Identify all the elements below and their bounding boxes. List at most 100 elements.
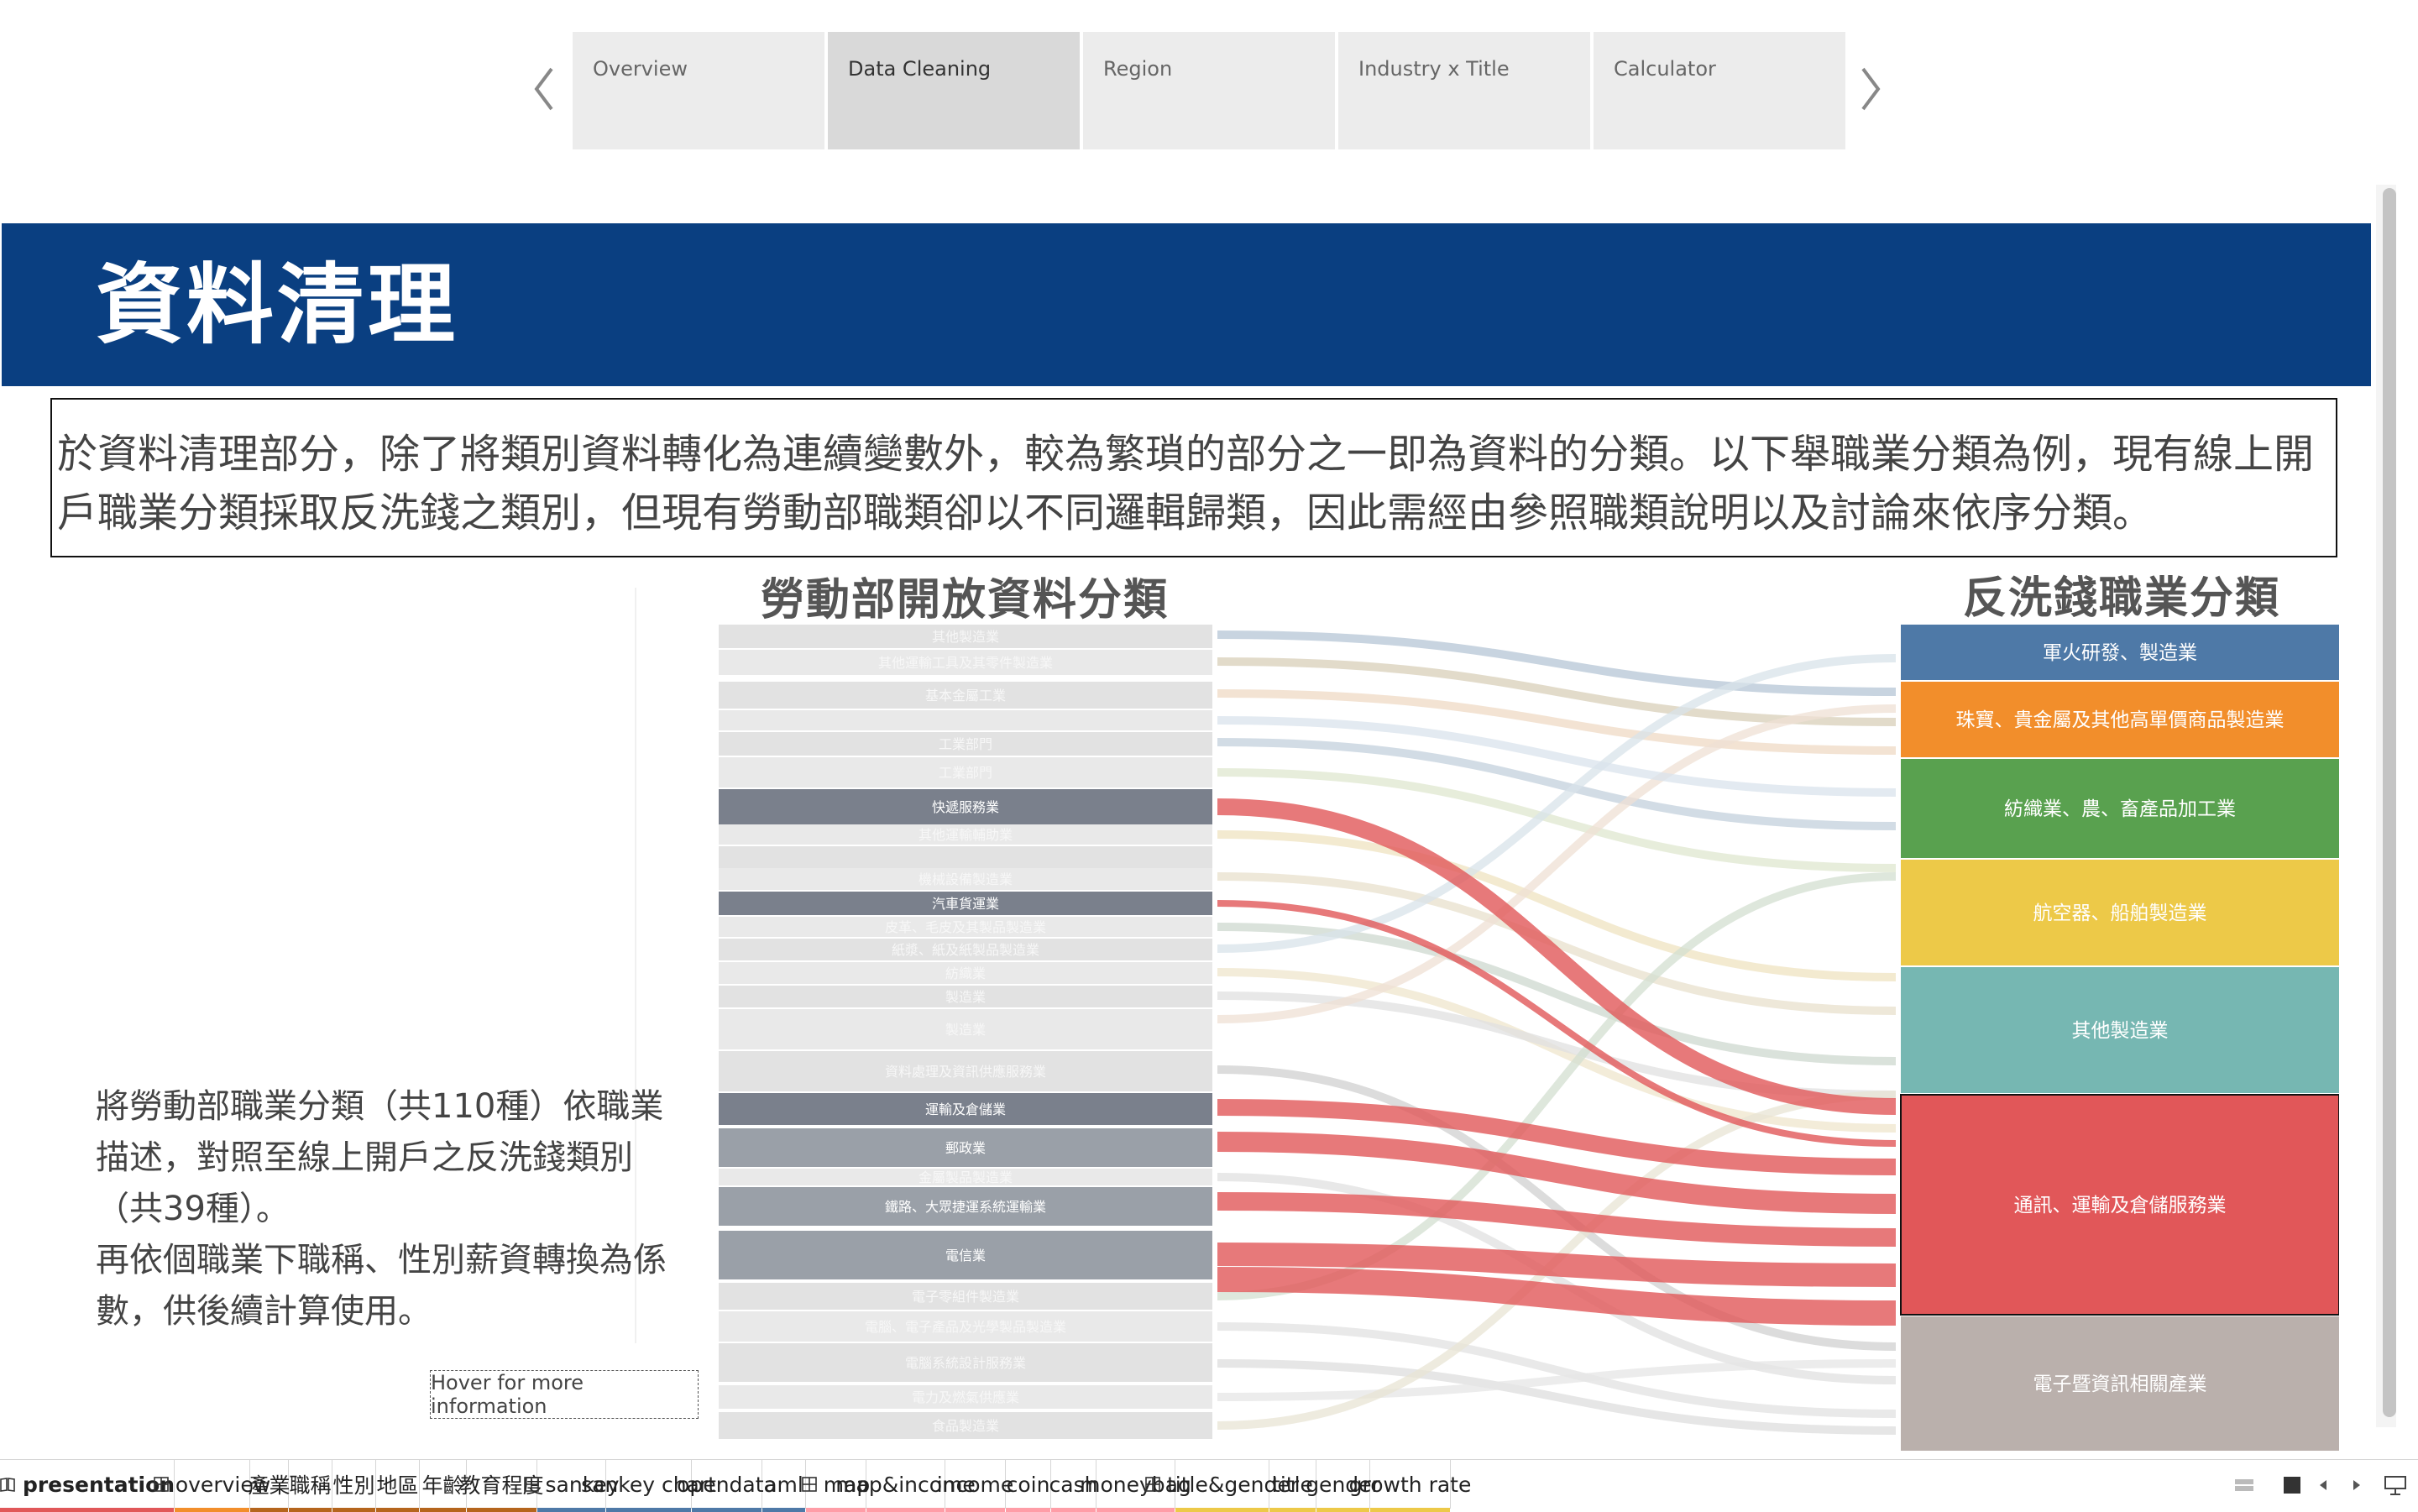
sheet-tab-label: 年齡 bbox=[421, 1473, 464, 1498]
chevron-left-icon bbox=[531, 65, 557, 116]
hover-info-button[interactable]: Hover for more information bbox=[430, 1370, 699, 1419]
right-node-label: 紡織業、農、畜產品加工業 bbox=[2004, 798, 2236, 820]
sheet-tab-moneybag[interactable]: moneybag bbox=[1080, 1460, 1191, 1512]
sheet-tab-color-bar bbox=[866, 1508, 945, 1512]
story-point-calculator[interactable]: Calculator bbox=[1594, 32, 1845, 149]
left-node-label: 工業部門 bbox=[939, 736, 992, 752]
sheet-tab-color-bar bbox=[1096, 1508, 1175, 1512]
left-node-label: 資料處理及資訊供應服務業 bbox=[885, 1064, 1046, 1080]
sheet-tab-color-bar bbox=[1269, 1508, 1316, 1512]
left-node-label: 製造業 bbox=[945, 1022, 986, 1038]
method-description: 將勞動部職業分類（共110種）依職業描述，對照至線上開戶之反洗錢類別（共39種）… bbox=[96, 1081, 675, 1337]
sheet-tab-color-bar bbox=[1006, 1508, 1050, 1512]
sankey-chart[interactable]: 其他製造業其他運輸工具及其零件製造業基本金屬工業工業部門工業部門快遞服務業其他運… bbox=[719, 625, 2339, 1451]
left-node-label: 電子零組件製造業 bbox=[912, 1289, 1019, 1305]
sheet-tab-color-bar bbox=[606, 1508, 691, 1512]
sheet-tab-color-bar bbox=[1316, 1508, 1369, 1512]
sheet-tab-color-bar bbox=[1175, 1508, 1269, 1512]
left-node-label: 運輸及倉儲業 bbox=[925, 1101, 1006, 1117]
right-node-label: 通訊、運輸及倉儲服務業 bbox=[2014, 1195, 2227, 1216]
left-node-label: 其他運輸工具及其零件製造業 bbox=[878, 655, 1053, 671]
left-node-label: 食品製造業 bbox=[932, 1418, 999, 1434]
left-node[interactable] bbox=[719, 846, 1212, 868]
left-node-label: 汽車貨運業 bbox=[932, 896, 999, 912]
sheet-tab-color-bar bbox=[0, 1508, 174, 1512]
left-node-label: 工業部門 bbox=[939, 765, 992, 781]
method-description-line2: 再依個職業下職稱、性別薪資轉換為係數，供後續計算使用。 bbox=[96, 1241, 667, 1331]
sheet-tab-title-gender[interactable]: title&gender bbox=[1145, 1460, 1299, 1512]
story-point-overview[interactable]: Overview bbox=[573, 32, 824, 149]
sheet-tab-[interactable]: 性別 bbox=[332, 1460, 376, 1512]
left-node-label: 電信業 bbox=[945, 1248, 986, 1263]
left-node-label: 紙漿、紙及紙製品製造業 bbox=[892, 942, 1039, 958]
next-story-point-button[interactable] bbox=[1854, 64, 1887, 118]
dashboard-icon bbox=[1145, 1477, 1160, 1492]
right-node-label: 電子暨資訊相關產業 bbox=[2033, 1373, 2207, 1395]
left-node-label: 機械設備製造業 bbox=[919, 871, 1013, 887]
right-node-label: 其他製造業 bbox=[2072, 1020, 2169, 1042]
method-description-line1: 將勞動部職業分類（共110種）依職業描述，對照至線上開戶之反洗錢類別（共39種）… bbox=[96, 1087, 664, 1228]
sankey-flow-highlight[interactable] bbox=[1217, 798, 1897, 1115]
sheet-tab-[interactable]: 產業 bbox=[248, 1460, 290, 1512]
grid-view-icon[interactable] bbox=[2233, 1472, 2255, 1499]
left-node-label: 其他運輸輔助業 bbox=[919, 827, 1013, 843]
right-column-title: 反洗錢職業分類 bbox=[1963, 573, 2281, 624]
sheet-tab-label: growth rate bbox=[1348, 1472, 1472, 1497]
title-banner: 資料清理 bbox=[2, 223, 2371, 386]
sheet-tab-aml[interactable]: aml bbox=[762, 1460, 806, 1512]
left-node-label: 紡織業 bbox=[945, 965, 986, 981]
left-node-label: 郵政業 bbox=[945, 1140, 986, 1156]
left-node-label: 製造業 bbox=[945, 989, 986, 1005]
sheet-tab-income[interactable]: income bbox=[937, 1460, 1013, 1512]
scroll-tabs-right-icon[interactable] bbox=[2351, 1472, 2363, 1499]
sheet-tab-color-bar bbox=[175, 1508, 249, 1512]
sheet-tab-color-bar bbox=[289, 1508, 332, 1512]
sheet-tab-overview[interactable]: overview bbox=[154, 1460, 270, 1512]
filmstrip-view-icon[interactable] bbox=[2282, 1472, 2302, 1499]
sheet-tab-presentation[interactable]: presentation bbox=[0, 1460, 175, 1512]
dashboard-icon bbox=[801, 1477, 817, 1492]
scroll-tabs-left-icon[interactable] bbox=[2317, 1472, 2329, 1499]
left-node-label: 電力及燃氣供應業 bbox=[912, 1389, 1019, 1405]
sheet-tab-label: 產業 bbox=[248, 1473, 290, 1498]
sheet-tab-opendata[interactable]: opendata bbox=[677, 1460, 777, 1512]
sheet-tab-color-bar bbox=[762, 1508, 805, 1512]
sheet-tab-coin[interactable]: coin bbox=[1006, 1460, 1051, 1512]
left-node-label: 基本金屬工業 bbox=[925, 688, 1006, 704]
sheet-tab-[interactable]: 地區 bbox=[376, 1460, 420, 1512]
sheet-tab-color-bar bbox=[692, 1508, 762, 1512]
story-point-region[interactable]: Region bbox=[1083, 32, 1335, 149]
sheet-tab-[interactable]: 職稱 bbox=[289, 1460, 332, 1512]
sheet-tab-label: income bbox=[936, 1472, 1014, 1497]
right-node-column: 軍火研發、製造業珠寶、貴金屬及其他高單價商品製造業紡織業、農、畜產品加工業航空器… bbox=[1900, 625, 2339, 1451]
story-point-data-cleaning[interactable]: Data Cleaning bbox=[828, 32, 1080, 149]
page-title: 資料清理 bbox=[96, 254, 459, 356]
sheet-tab-label: aml bbox=[764, 1472, 803, 1497]
previous-story-point-button[interactable] bbox=[527, 64, 561, 118]
sheet-tab-growth-rate[interactable]: growth rate bbox=[1349, 1460, 1471, 1512]
story-navigator: Overview Data Cleaning Region Industry x… bbox=[527, 30, 1887, 151]
dashboard-icon bbox=[154, 1477, 169, 1492]
sheet-tab-map-income[interactable]: map&income bbox=[835, 1460, 976, 1512]
sheet-tab-color-bar bbox=[376, 1508, 419, 1512]
story-icon bbox=[0, 1477, 16, 1492]
presentation-mode-icon[interactable] bbox=[2383, 1472, 2408, 1499]
sheet-tab-color-bar bbox=[806, 1508, 866, 1512]
sheet-tab-bar: presentation overview 產業 職稱 性別 地區 年齡 教育程度 sankey… bbox=[0, 1459, 2418, 1512]
sheet-tab-color-bar bbox=[332, 1508, 375, 1512]
right-node-label: 軍火研發、製造業 bbox=[2043, 642, 2197, 664]
scrollbar-thumb[interactable] bbox=[2383, 188, 2396, 1417]
sheet-tab-color-bar bbox=[1370, 1508, 1450, 1512]
dashboard-icon bbox=[523, 1477, 539, 1492]
left-node[interactable] bbox=[719, 710, 1212, 730]
left-node-label: 快遞服務業 bbox=[932, 799, 999, 815]
left-node-label: 電腦、電子產品及光學製品製造業 bbox=[865, 1319, 1066, 1335]
right-node-label: 珠寶、貴金屬及其他高單價商品製造業 bbox=[1956, 709, 2285, 731]
story-point-industry-x-title[interactable]: Industry x Title bbox=[1338, 32, 1590, 149]
left-node-label: 其他製造業 bbox=[932, 629, 999, 645]
sheet-tab-label: 地區 bbox=[376, 1473, 419, 1498]
sheet-tab-label: 職稱 bbox=[289, 1473, 332, 1498]
left-node-label: 電腦系統設計服務業 bbox=[905, 1355, 1026, 1371]
sheet-tab-label: presentation bbox=[22, 1472, 175, 1497]
chevron-right-icon bbox=[1858, 65, 1883, 116]
